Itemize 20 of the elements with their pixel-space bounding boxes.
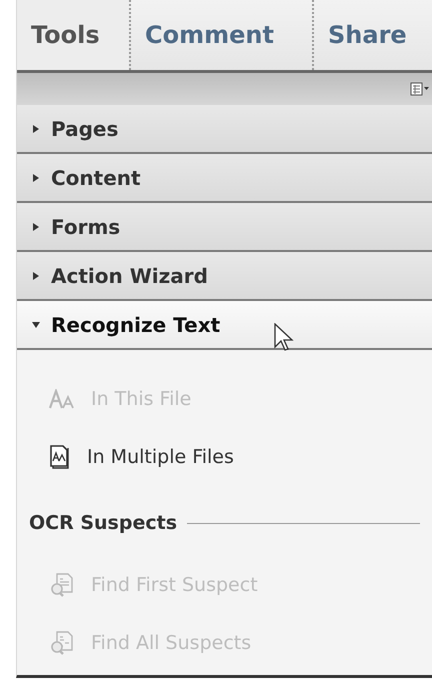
caret-right-icon — [31, 222, 41, 232]
section-heading: OCR Suspects — [29, 510, 178, 536]
document-text-icon — [49, 444, 71, 470]
caret-down-icon — [31, 320, 41, 330]
panel-header[interactable]: Action Wizard — [17, 252, 432, 301]
font-size-icon — [49, 389, 75, 409]
caret-right-icon — [31, 124, 41, 134]
mouse-pointer-icon — [274, 323, 294, 353]
tool-item[interactable]: In Multiple Files — [17, 428, 432, 486]
caret-right-icon — [31, 172, 41, 182]
panel-header[interactable]: Pages — [17, 105, 432, 154]
document-magnifier-icon — [49, 572, 75, 598]
document-magnifier-icon — [49, 630, 75, 656]
panel-header[interactable]: Content — [17, 154, 432, 203]
options-menu-button[interactable] — [410, 82, 430, 96]
list-dropdown-icon — [410, 82, 430, 96]
pane-tab[interactable]: Tools — [17, 0, 129, 70]
panel-header[interactable]: Forms — [17, 203, 432, 252]
panel-header[interactable]: Recognize Text — [17, 301, 432, 350]
caret-right-icon — [31, 270, 41, 280]
